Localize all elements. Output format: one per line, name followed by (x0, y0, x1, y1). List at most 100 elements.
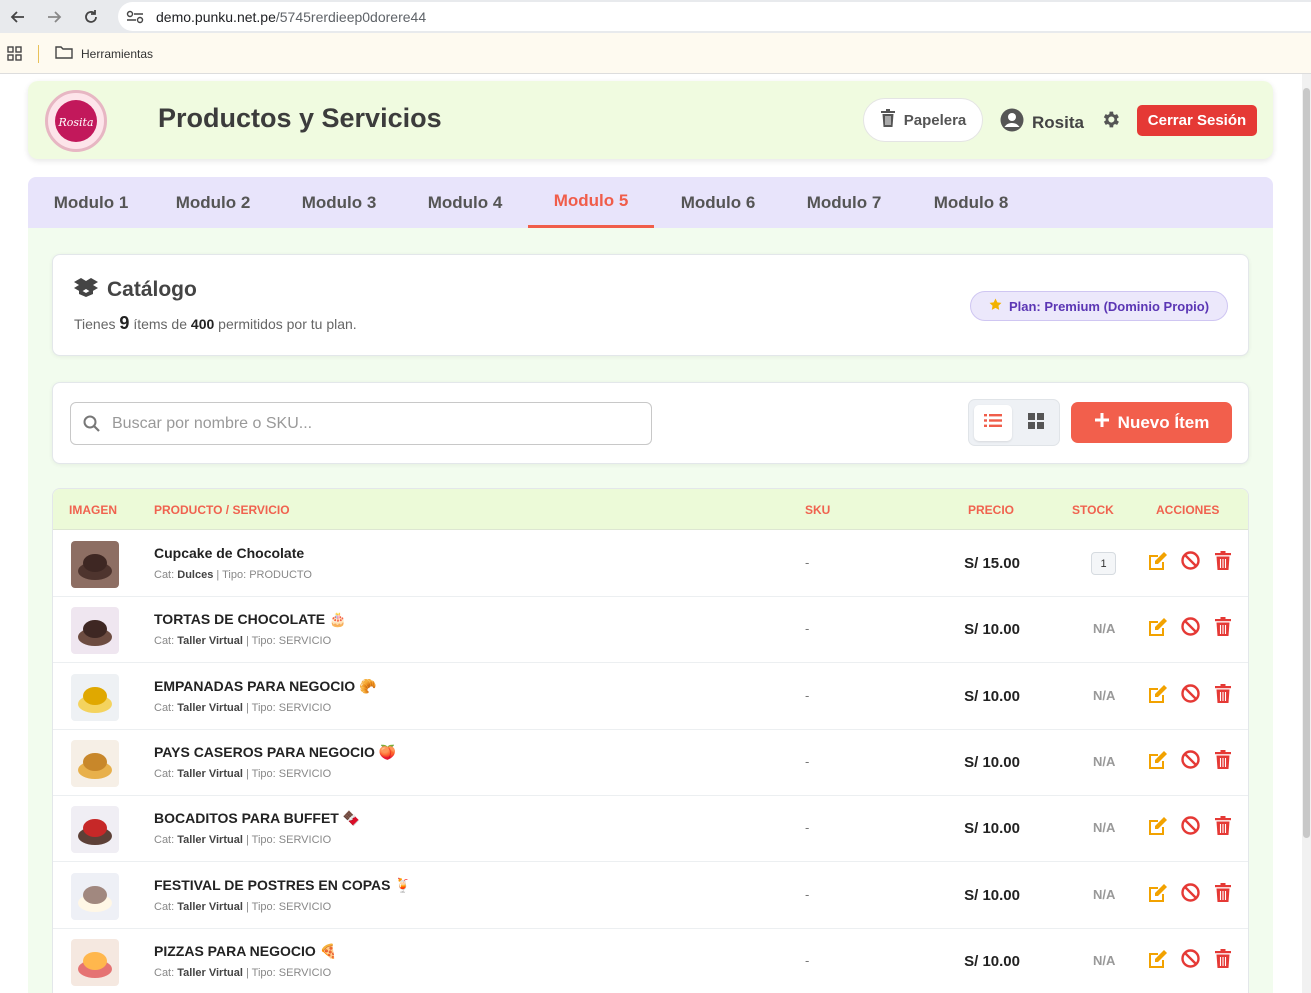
delete-button[interactable] (1212, 749, 1234, 773)
delete-icon (1215, 551, 1231, 575)
bookmark-folder[interactable]: Herramientas (55, 45, 153, 62)
usage-prefix: Tienes (74, 316, 116, 332)
edit-icon (1147, 750, 1168, 774)
edit-button[interactable] (1146, 883, 1168, 906)
disable-button[interactable] (1179, 551, 1201, 574)
url-text[interactable]: demo.punku.net.pe/5745rerdieep0dorere44 (156, 9, 426, 25)
disable-button[interactable] (1179, 750, 1201, 773)
product-name: FESTIVAL DE POSTRES EN COPAS 🍹 (154, 877, 412, 894)
tab-modulo-4[interactable]: Modulo 4 (402, 177, 528, 228)
grid-view-button[interactable] (1017, 405, 1055, 441)
back-arrow-icon[interactable] (5, 4, 31, 30)
product-sku: - (805, 886, 810, 902)
delete-button[interactable] (1212, 816, 1234, 840)
header-stock: STOCK (1072, 503, 1114, 517)
address-bar[interactable]: demo.punku.net.pe/5745rerdieep0dorere44 (118, 2, 1311, 31)
delete-icon (1215, 683, 1231, 708)
tab-modulo-1[interactable]: Modulo 1 (28, 177, 154, 228)
user-menu[interactable]: Rosita (1000, 108, 1084, 137)
delete-button[interactable] (1212, 551, 1234, 575)
box-open-icon (73, 277, 99, 303)
usage-suffix: permitidos por tu plan. (218, 316, 357, 332)
list-view-button[interactable] (974, 405, 1012, 441)
tab-modulo-6[interactable]: Modulo 6 (655, 177, 781, 228)
search-field[interactable] (70, 402, 652, 445)
gear-icon[interactable] (1100, 109, 1121, 135)
disable-button[interactable] (1179, 617, 1201, 640)
delete-button[interactable] (1212, 948, 1234, 972)
product-image[interactable] (71, 739, 119, 787)
disable-button[interactable] (1179, 683, 1201, 707)
tab-modulo-2[interactable]: Modulo 2 (150, 177, 276, 228)
plan-badge: Plan: Premium (Dominio Propio) (970, 291, 1228, 321)
page-scrollbar-thumb[interactable] (1303, 88, 1310, 838)
product-image[interactable] (71, 541, 119, 588)
toolbar-card: Nuevo Ítem (52, 382, 1249, 464)
brand-logo[interactable]: Rosita (45, 90, 107, 152)
site-settings-icon[interactable] (126, 10, 148, 24)
product-sku: - (805, 952, 810, 968)
product-image[interactable] (71, 673, 119, 721)
product-name-text: PIZZAS PARA NEGOCIO (154, 942, 316, 959)
product-name-text: TORTAS DE CHOCOLATE (154, 611, 326, 628)
apps-grid-icon[interactable] (7, 46, 23, 67)
delete-icon (1215, 816, 1231, 840)
product-image[interactable] (71, 806, 119, 854)
product-image[interactable] (71, 938, 119, 986)
edit-button[interactable] (1146, 552, 1168, 574)
new-item-button[interactable]: Nuevo Ítem (1071, 402, 1232, 443)
search-input[interactable] (112, 414, 612, 433)
edit-button[interactable] (1146, 684, 1168, 707)
tab-modulo-7[interactable]: Modulo 7 (781, 177, 907, 228)
product-meta: Cat: Taller Virtual | Tipo: SERVICIO (154, 635, 331, 647)
delete-button[interactable] (1212, 683, 1234, 708)
product-name: TORTAS DE CHOCOLATE 🎂 (154, 611, 346, 628)
type-label: | Tipo: (245, 834, 276, 847)
product-meta: Cat: Taller Virtual | Tipo: SERVICIO (154, 702, 331, 714)
edit-button[interactable] (1146, 750, 1168, 774)
delete-icon (1215, 882, 1231, 907)
bookmarks-bar: Herramientas (0, 33, 1311, 74)
table-row: BOCADITOS PARA BUFFET 🍫 Cat: Taller Virtu… (53, 796, 1248, 863)
table-row: TORTAS DE CHOCOLATE 🎂 Cat: Taller Virtual… (53, 597, 1248, 664)
forward-arrow-icon[interactable] (41, 4, 67, 30)
tab-modulo-8[interactable]: Modulo 8 (908, 177, 1034, 228)
delete-button[interactable] (1212, 617, 1234, 640)
delete-button[interactable] (1212, 882, 1234, 907)
header-image: IMAGEN (69, 503, 117, 517)
type-label: | Tipo: (245, 767, 276, 780)
product-meta: Cat: Taller Virtual | Tipo: SERVICIO (154, 834, 331, 846)
disable-button[interactable] (1179, 882, 1201, 906)
disable-button[interactable] (1179, 949, 1201, 972)
product-category: Taller Virtual (177, 701, 243, 714)
trash-icon (880, 109, 896, 131)
catalog-usage: Tienes 9 ítems de 400 permitidos por tu … (74, 313, 357, 334)
tab-modulo-5[interactable]: Modulo 5 (528, 177, 654, 228)
product-type: SERVICIO (278, 635, 332, 648)
list-view-icon (984, 413, 1002, 433)
product-price: S/ 10.00 (964, 753, 1020, 771)
product-meta: Cat: Dulces | Tipo: PRODUCTO (154, 569, 312, 581)
new-item-label: Nuevo Ítem (1117, 412, 1210, 432)
product-category: Taller Virtual (177, 900, 243, 913)
edit-icon (1147, 816, 1168, 840)
product-meta: Cat: Taller Virtual | Tipo: SERVICIO (154, 768, 331, 780)
product-image[interactable] (71, 872, 119, 920)
product-stock: N/A (1093, 820, 1116, 836)
edit-button[interactable] (1146, 949, 1168, 972)
edit-button[interactable] (1146, 618, 1168, 640)
tab-modulo-3[interactable]: Modulo 3 (276, 177, 402, 228)
reload-icon[interactable] (78, 4, 104, 30)
header-actions: ACCIONES (1156, 503, 1220, 517)
disable-button[interactable] (1179, 816, 1201, 839)
product-image[interactable] (71, 607, 119, 655)
product-category: Taller Virtual (177, 834, 243, 847)
type-label: | Tipo: (245, 701, 276, 714)
logout-button[interactable]: Cerrar Sesión (1137, 105, 1257, 136)
product-sku: - (805, 687, 810, 703)
product-stock: N/A (1093, 753, 1116, 769)
product-stock: N/A (1093, 952, 1116, 968)
trash-button[interactable]: Papelera (863, 98, 983, 142)
edit-button[interactable] (1146, 817, 1168, 839)
product-name-text: Cupcake de Chocolate (154, 545, 305, 561)
